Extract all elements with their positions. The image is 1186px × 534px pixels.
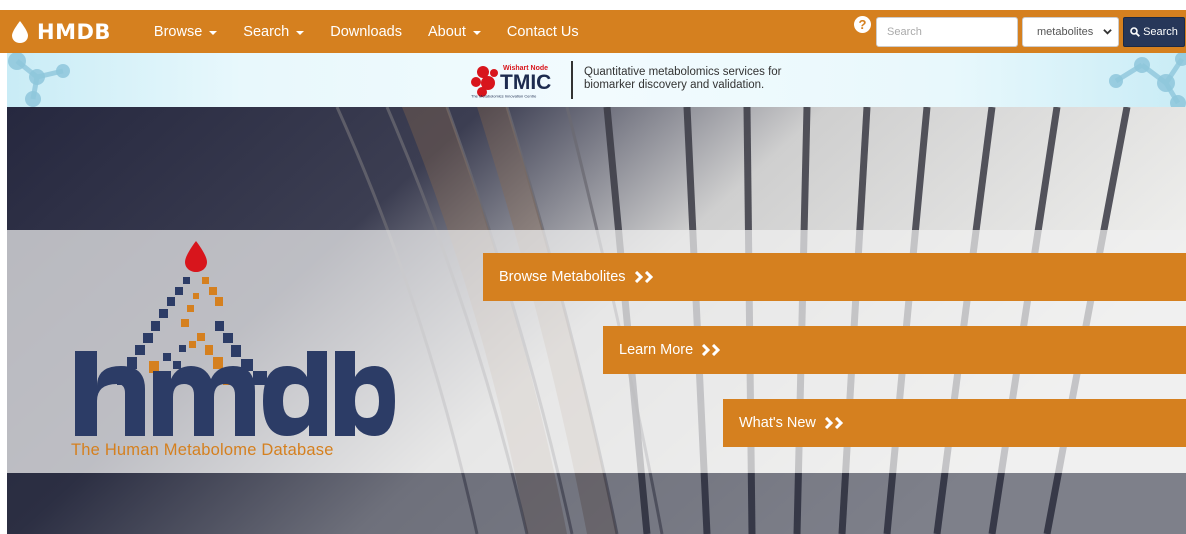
tmic-banner[interactable]: Wishart Node TMIC The Metabolomics Innov… (7, 53, 1186, 107)
caret-down-icon (296, 30, 305, 35)
tmic-name-text: TMIC (500, 71, 551, 94)
nav-about-label: About (427, 23, 466, 40)
caret-down-icon (209, 30, 218, 35)
learn-more-label: Learn More (619, 342, 694, 358)
top-navbar: HMDB Browse Search Downloads About Conta… (0, 10, 1186, 53)
chevron-down-icon (1103, 29, 1112, 35)
search-type-value: metabolites (1037, 25, 1094, 38)
whats-new-label: What's New (739, 415, 816, 431)
brand-name: HMDB (37, 19, 111, 44)
search-bar: ? metabolites Search (854, 10, 1186, 53)
double-chevron-right-icon (824, 417, 848, 429)
nav-browse-label: Browse (153, 23, 203, 40)
nav-menu: Browse Search Downloads About Contact Us (141, 10, 592, 53)
hmdb-logo (75, 241, 395, 436)
nav-contact-label: Contact Us (506, 23, 579, 40)
banner-tagline-line1: Quantitative metabolomics services for (584, 66, 782, 78)
question-circle-icon[interactable]: ? (854, 16, 871, 33)
hero-section: The Human Metabolome Database Browse Met… (7, 107, 1186, 534)
molecule-decoration-right (1109, 53, 1186, 107)
browse-metabolites-button[interactable]: Browse Metabolites (483, 253, 1186, 301)
search-type-select[interactable]: metabolites (1022, 16, 1119, 47)
banner-divider (571, 61, 573, 99)
molecule-decoration-left (8, 53, 70, 107)
brand-link[interactable]: HMDB (12, 10, 111, 53)
banner-tagline-line2: biomarker discovery and validation. (584, 79, 765, 91)
nav-contact[interactable]: Contact Us (494, 10, 592, 53)
whats-new-button[interactable]: What's New (723, 399, 1186, 447)
double-chevron-right-icon (634, 271, 658, 283)
search-button-label: Search (1143, 25, 1178, 38)
search-input[interactable] (876, 16, 1018, 47)
tmic-logo: Wishart Node TMIC The Metabolomics Innov… (471, 65, 551, 99)
hmdb-logo-wordmark (75, 351, 395, 436)
nav-search-label: Search (243, 23, 290, 40)
search-button[interactable]: Search (1123, 16, 1185, 47)
banner-tagline: Quantitative metabolomics services for b… (584, 66, 782, 92)
caret-down-icon (472, 30, 481, 35)
nav-about[interactable]: About (415, 10, 494, 53)
learn-more-button[interactable]: Learn More (603, 326, 1186, 374)
double-chevron-right-icon (701, 344, 725, 356)
search-icon (1130, 26, 1140, 37)
nav-downloads[interactable]: Downloads (317, 10, 415, 53)
browse-metabolites-label: Browse Metabolites (499, 269, 626, 285)
nav-search[interactable]: Search (230, 10, 317, 53)
logo-tagline: The Human Metabolome Database (71, 441, 334, 459)
droplet-icon (12, 20, 28, 43)
nav-downloads-label: Downloads (330, 23, 402, 40)
tmic-sub-text: The Metabolomics Innovation Centre (471, 94, 537, 99)
nav-browse[interactable]: Browse (141, 10, 230, 53)
